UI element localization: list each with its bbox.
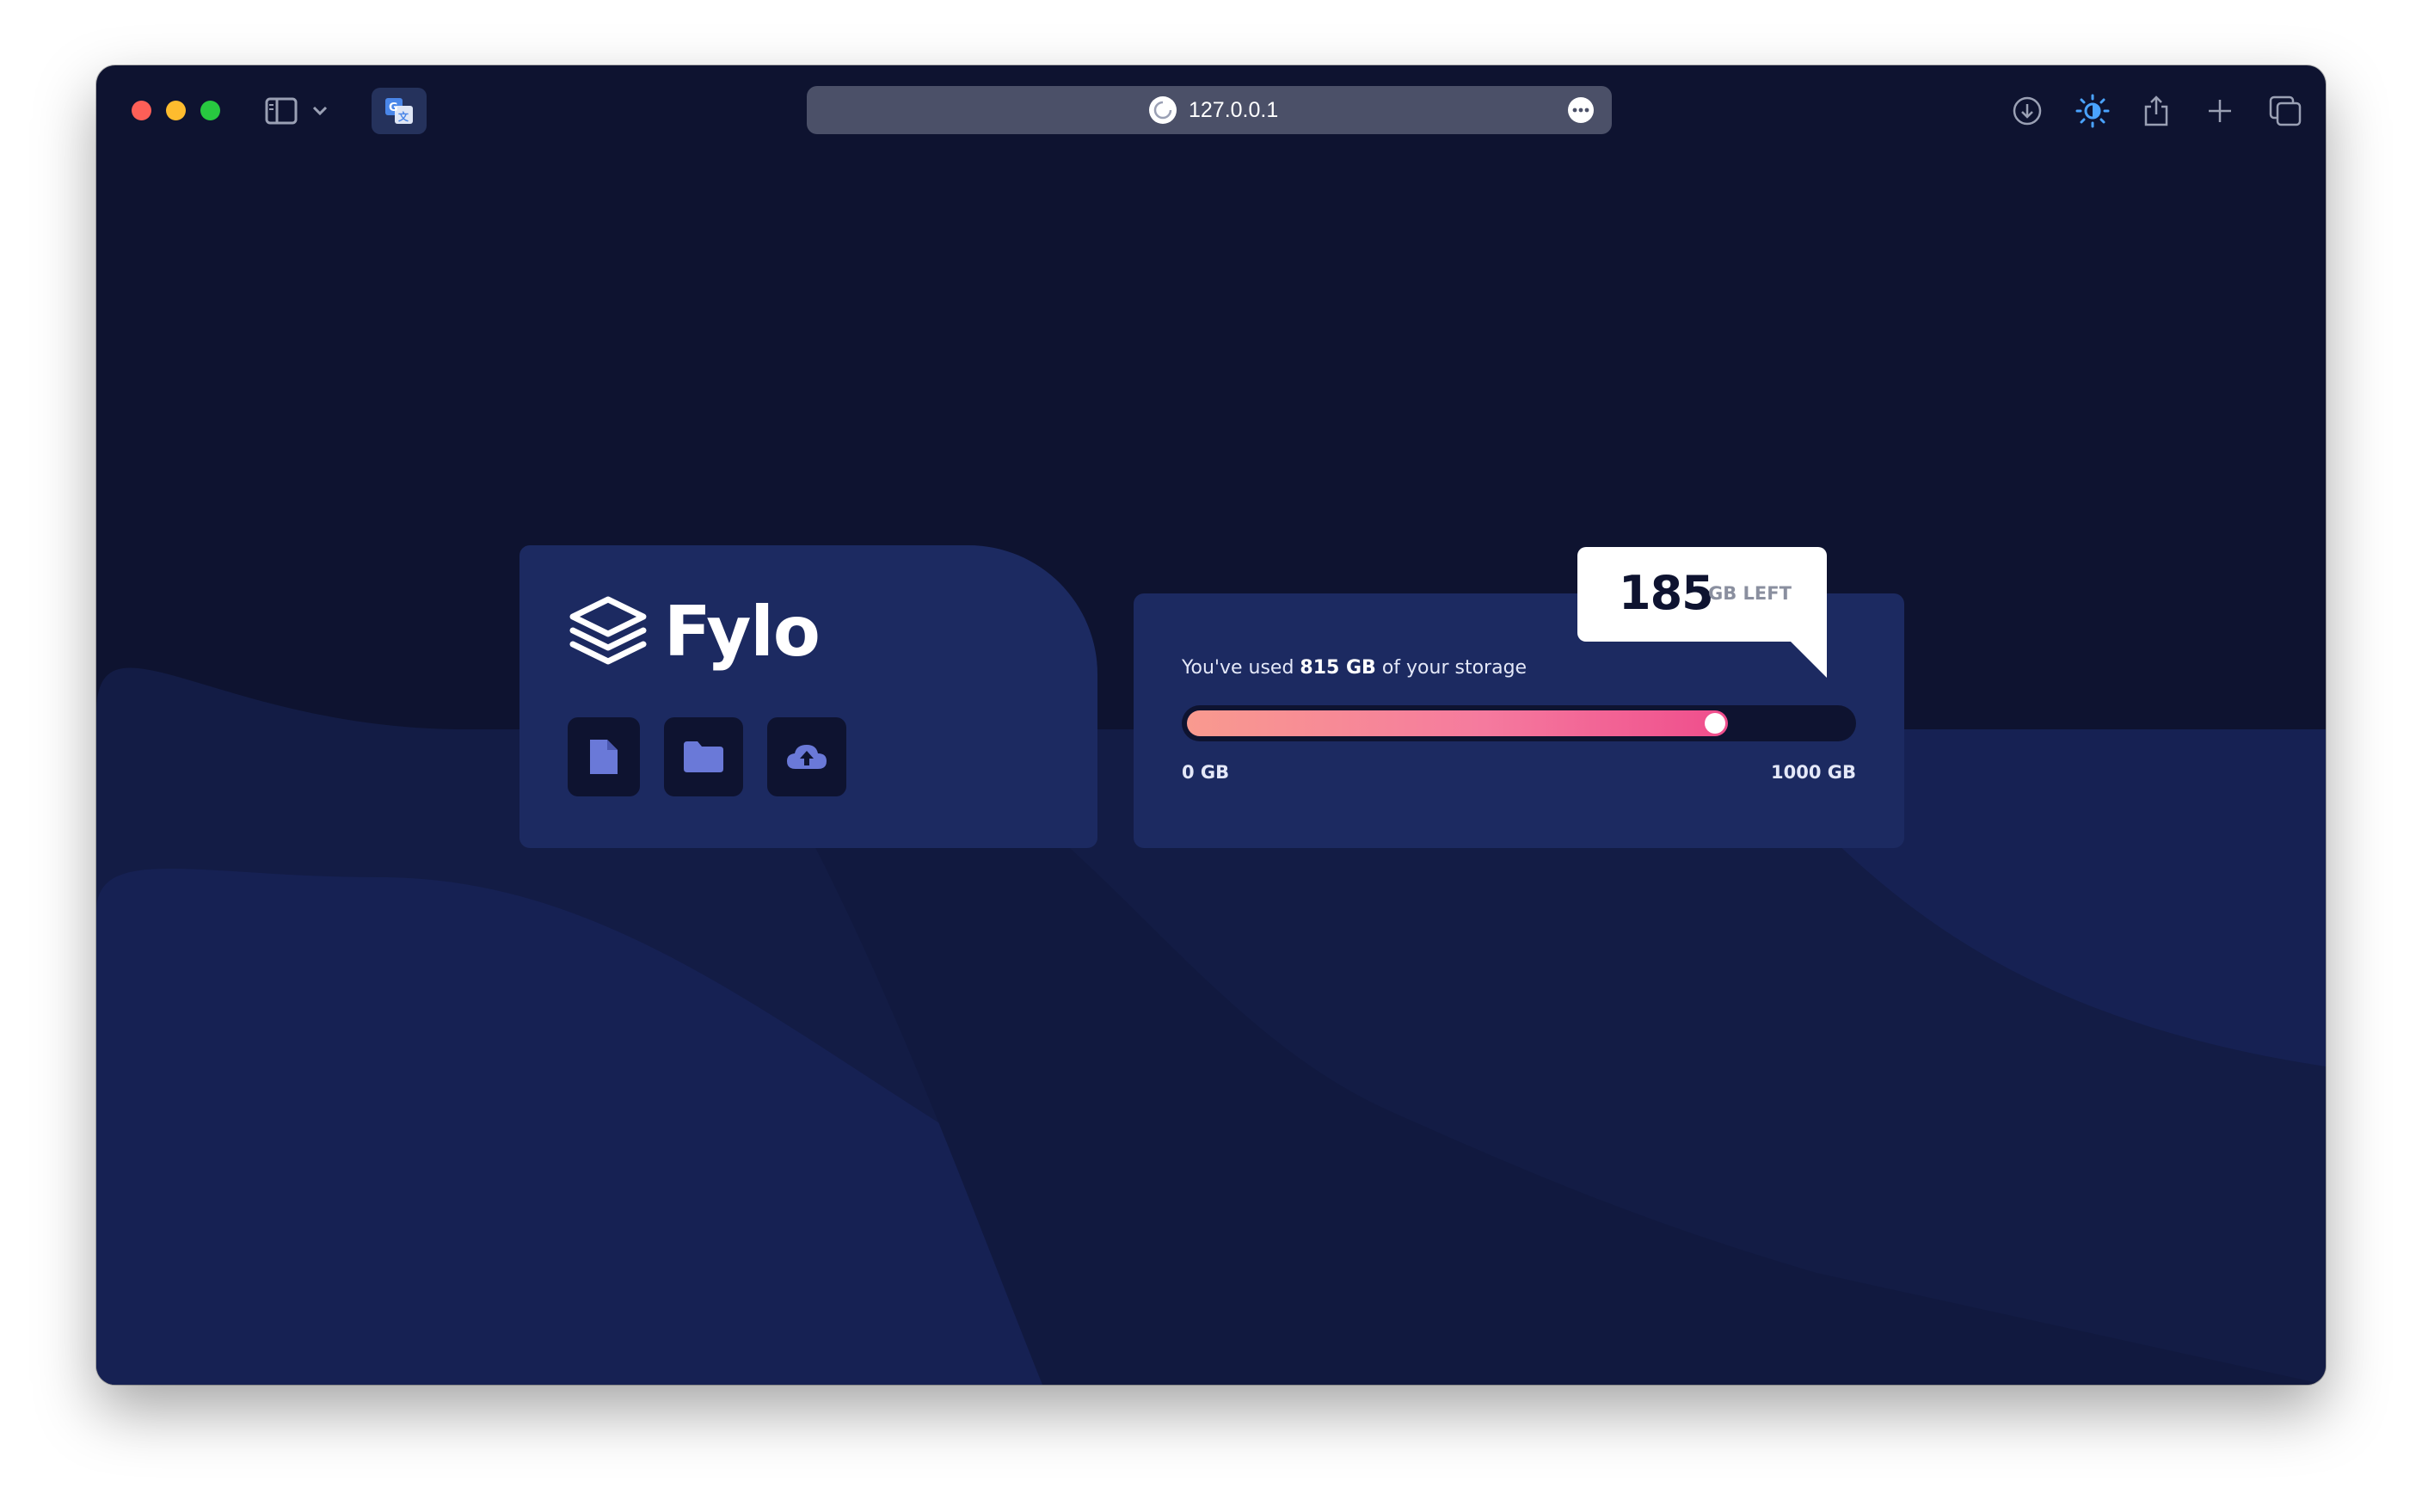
scale-min-label: 0 GB xyxy=(1182,762,1230,783)
site-favicon-icon xyxy=(1149,96,1177,124)
maximize-window-button[interactable] xyxy=(200,101,220,120)
upload-button[interactable] xyxy=(767,717,846,796)
usage-prefix: You've used xyxy=(1182,657,1300,679)
address-bar[interactable]: 127.0.0.1 xyxy=(807,86,1612,134)
document-button[interactable] xyxy=(568,717,640,796)
more-icon[interactable] xyxy=(1567,96,1595,124)
translate-icon[interactable]: G文 xyxy=(372,88,427,134)
tabs-icon[interactable] xyxy=(2264,89,2307,132)
browser-window: G文 127.0.0.1 Fylo You've used 815 GB of … xyxy=(96,65,2326,1385)
scale-max-label: 1000 GB xyxy=(1770,762,1856,783)
usage-suffix: of your storage xyxy=(1375,657,1528,679)
share-icon[interactable] xyxy=(2135,89,2178,132)
title-bar: G文 127.0.0.1 xyxy=(96,65,2326,155)
folder-icon xyxy=(684,741,723,772)
svg-text:G: G xyxy=(389,101,398,114)
callout-tail xyxy=(1791,642,1827,678)
download-icon[interactable] xyxy=(2006,89,2049,132)
sidebar-icon[interactable] xyxy=(263,95,299,127)
storage-progress-fill xyxy=(1187,710,1728,736)
folder-button[interactable] xyxy=(664,717,743,796)
app-logo: Fylo xyxy=(568,590,821,673)
remaining-storage-callout: 185 GB LEFT xyxy=(1577,547,1827,678)
storage-usage-text: You've used 815 GB of your storage xyxy=(1182,657,1527,679)
url-text: 127.0.0.1 xyxy=(1189,98,1279,122)
minimize-window-button[interactable] xyxy=(166,101,186,120)
upload-icon xyxy=(787,745,827,769)
remaining-unit: GB LEFT xyxy=(1708,583,1792,604)
logo-card: Fylo xyxy=(519,545,1097,848)
close-window-button[interactable] xyxy=(132,101,151,120)
remaining-number: 185 xyxy=(1619,566,1714,620)
app-name: Fylo xyxy=(664,591,821,672)
storage-progress-bar xyxy=(1182,705,1856,741)
document-icon xyxy=(590,740,618,774)
action-tiles xyxy=(568,717,846,796)
layers-logo-icon xyxy=(569,596,647,665)
brightness-icon[interactable] xyxy=(2071,89,2114,132)
plus-icon[interactable] xyxy=(2198,89,2241,132)
usage-amount: 815 GB xyxy=(1300,657,1376,679)
progress-knob xyxy=(1705,713,1725,734)
chevron-down-icon[interactable] xyxy=(310,100,330,122)
svg-text:文: 文 xyxy=(398,110,409,123)
